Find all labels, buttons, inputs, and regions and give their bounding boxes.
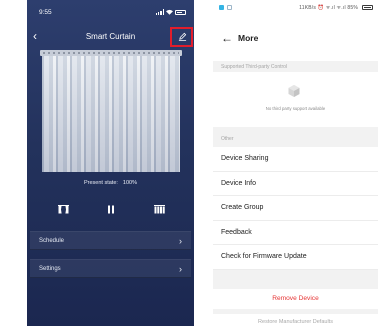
curtain-controls bbox=[27, 198, 194, 220]
list-item-label: Feedback bbox=[221, 228, 252, 236]
cube-icon bbox=[288, 85, 300, 97]
page-title: Smart Curtain bbox=[85, 32, 136, 41]
smart-curtain-screen: 9:55 ‹ Smart Curtain Present state: 100% bbox=[27, 0, 194, 326]
notification-icon bbox=[219, 5, 224, 10]
close-curtain-button[interactable] bbox=[148, 198, 170, 220]
notification-icon bbox=[227, 5, 232, 10]
remove-device-label: Remove Device bbox=[272, 295, 319, 302]
no-third-party-text: No third party support available bbox=[265, 106, 326, 111]
curtain-open-icon bbox=[57, 204, 69, 213]
settings-row[interactable]: Settings › bbox=[30, 259, 191, 278]
present-state: Present state: 100% bbox=[27, 180, 194, 186]
curtain-closed-icon bbox=[153, 204, 165, 213]
curtain-fabric bbox=[42, 56, 180, 172]
back-arrow-icon[interactable]: ← bbox=[221, 31, 233, 45]
pause-icon bbox=[108, 205, 114, 213]
other-list: Device Sharing Device Info Create Group … bbox=[213, 147, 378, 270]
chevron-right-icon: › bbox=[179, 264, 182, 274]
third-party-section-label: Supported Third-party Control bbox=[221, 64, 288, 70]
pause-button[interactable] bbox=[100, 198, 122, 220]
signal-icon bbox=[155, 9, 164, 15]
status-bar: 9:55 bbox=[27, 0, 194, 26]
other-section-label: Other bbox=[221, 136, 234, 142]
top-nav: ‹ Smart Curtain bbox=[27, 26, 194, 48]
wifi-icon bbox=[166, 9, 173, 15]
present-state-label: Present state: bbox=[83, 180, 118, 186]
battery-icon bbox=[175, 9, 186, 15]
more-screen: 11KB/s ⏰ ᯤ.ıl ᯤ.ıl 85% ← More Supported … bbox=[213, 0, 378, 326]
curtain-visual bbox=[40, 50, 182, 172]
third-party-block: No third party support available bbox=[213, 72, 378, 127]
battery-icon bbox=[362, 5, 373, 10]
present-state-value: 100% bbox=[122, 180, 137, 186]
status-text: 11KB/s ⏰ ᯤ.ıl ᯤ.ıl 85% bbox=[299, 5, 358, 11]
status-bar: 11KB/s ⏰ ᯤ.ıl ᯤ.ıl 85% bbox=[213, 0, 378, 18]
page-title: More bbox=[238, 33, 259, 43]
edit-highlight-frame bbox=[170, 27, 193, 47]
chevron-right-icon: › bbox=[179, 236, 182, 246]
status-icons bbox=[155, 9, 186, 15]
list-item-label: Create Group bbox=[221, 204, 264, 211]
restore-defaults-label: Restore Manufacturer Defaults bbox=[258, 319, 333, 325]
open-curtain-button[interactable] bbox=[52, 198, 74, 220]
device-sharing-item[interactable]: Device Sharing bbox=[213, 147, 378, 172]
schedule-row[interactable]: Schedule › bbox=[30, 231, 191, 250]
firmware-update-item[interactable]: Check for Firmware Update bbox=[213, 245, 378, 270]
create-group-item[interactable]: Create Group bbox=[213, 196, 378, 221]
device-info-item[interactable]: Device Info bbox=[213, 172, 378, 196]
remove-device-button[interactable]: Remove Device bbox=[213, 289, 378, 309]
list-item-label: Device Info bbox=[221, 179, 257, 187]
header: ← More bbox=[213, 18, 378, 61]
settings-label: Settings bbox=[39, 266, 61, 272]
schedule-label: Schedule bbox=[39, 238, 65, 244]
list-item-label: Check for Firmware Update bbox=[221, 253, 307, 260]
status-time: 9:55 bbox=[39, 9, 52, 16]
feedback-item[interactable]: Feedback bbox=[213, 221, 378, 245]
restore-defaults-button[interactable]: Restore Manufacturer Defaults bbox=[213, 314, 378, 326]
list-item-label: Device Sharing bbox=[221, 155, 269, 162]
